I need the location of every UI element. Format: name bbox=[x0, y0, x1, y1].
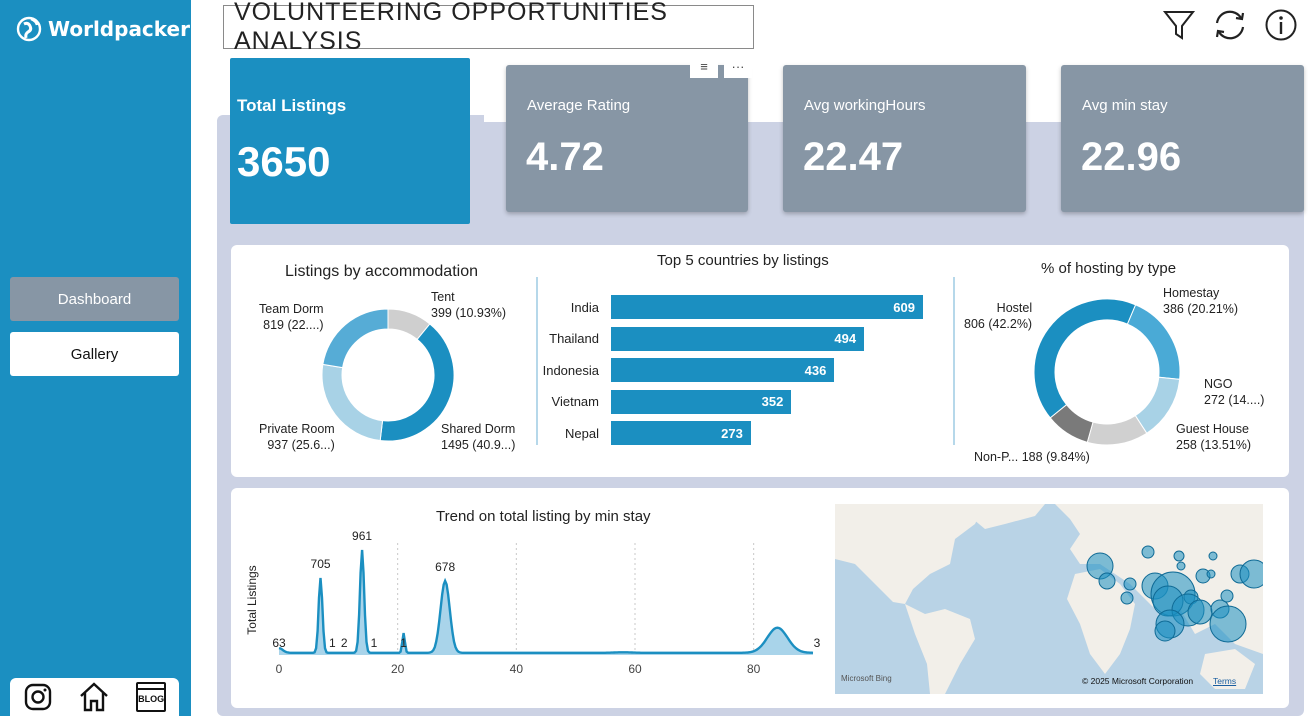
data-label: 678 bbox=[435, 560, 455, 574]
bar[interactable]: 273 bbox=[611, 421, 751, 445]
map-bubble[interactable] bbox=[1187, 599, 1213, 625]
data-label: 3 bbox=[814, 636, 821, 650]
bar[interactable]: 494 bbox=[611, 326, 865, 351]
map-bubble[interactable] bbox=[1206, 569, 1216, 579]
data-label: 63 bbox=[272, 636, 286, 650]
map-attribution: © 2025 Microsoft Corporation bbox=[1082, 676, 1194, 686]
donut-slice-hostel[interactable] bbox=[1033, 298, 1137, 419]
trend-area-chart: 0 20 40 60 80637051 29611 16783 bbox=[272, 529, 821, 676]
kpi-value: 22.47 bbox=[803, 135, 904, 179]
visual-filter-button[interactable]: ≡ bbox=[690, 54, 718, 78]
kpi-label: Avg workingHours bbox=[804, 97, 926, 114]
hosting-donut bbox=[1033, 298, 1181, 446]
globe-logo-icon bbox=[16, 16, 42, 42]
bar-category-label: Thailand bbox=[549, 331, 599, 346]
map-bubble[interactable] bbox=[1176, 561, 1186, 571]
slice-label-hostel: Hostel 806 (42.2%) bbox=[964, 301, 1033, 331]
x-tick-label: 20 bbox=[391, 662, 405, 676]
map-terms-link[interactable]: Terms bbox=[1213, 676, 1236, 686]
nav-dashboard-button[interactable]: Dashboard bbox=[10, 277, 179, 321]
map-bubble[interactable] bbox=[1209, 605, 1247, 643]
blog-label: BLOG bbox=[138, 694, 165, 704]
visual-more-options-button[interactable]: ··· bbox=[724, 54, 752, 78]
instagram-icon[interactable] bbox=[23, 682, 53, 712]
bar-category-label: Vietnam bbox=[551, 394, 599, 409]
kpi-avg-min-stay: Avg min stay 22.96 bbox=[1061, 65, 1304, 212]
map-bubble[interactable] bbox=[1239, 559, 1263, 589]
divider bbox=[953, 277, 955, 445]
sidebar: Worldpackers Dashboard Gallery BLOG bbox=[0, 0, 202, 716]
slice-label-homestay: Homestay 386 (20.21%) bbox=[1163, 286, 1239, 316]
kpi-label: Avg min stay bbox=[1082, 97, 1168, 114]
map-bubble[interactable] bbox=[1220, 589, 1234, 603]
info-icon[interactable] bbox=[1264, 8, 1298, 42]
slice-label-non-profit: Non-P... 188 (9.84%) bbox=[974, 450, 1090, 464]
slice-label-guest-house: Guest House 258 (13.51%) bbox=[1176, 422, 1252, 452]
hosting-chart-title: % of hosting by type bbox=[1041, 260, 1177, 277]
trend-y-axis-label: Total Listings bbox=[245, 565, 259, 635]
bar[interactable]: 436 bbox=[611, 358, 835, 382]
data-label: 2 bbox=[341, 636, 348, 650]
map-bubbles bbox=[1086, 545, 1263, 643]
kpi-value: 4.72 bbox=[526, 135, 604, 179]
countries-chart-title: Top 5 countries by listings bbox=[657, 252, 829, 269]
kpi-value: 3650 bbox=[237, 138, 331, 185]
x-tick-label: 80 bbox=[747, 662, 761, 676]
slice-label-private-room: Private Room 937 (25.6...) bbox=[259, 422, 335, 452]
map-bubble[interactable] bbox=[1173, 550, 1185, 562]
trend-chart-title: Trend on total listing by min stay bbox=[436, 508, 651, 525]
x-tick-label: 40 bbox=[510, 662, 524, 676]
kpi-label: Average Rating bbox=[527, 97, 631, 114]
kpi-average-rating: Average Rating 4.72 bbox=[506, 65, 748, 212]
slice-label-shared-dorm: Shared Dorm 1495 (40.9...) bbox=[441, 422, 516, 452]
x-tick-label: 0 bbox=[276, 662, 283, 676]
accommodation-chart-title: Listings by accommodation bbox=[285, 263, 478, 280]
kpi-avg-working-hours: Avg workingHours 22.47 bbox=[783, 65, 1026, 212]
kpi-label: Total Listings bbox=[237, 96, 347, 115]
slice-label-ngo: NGO 272 (14....) bbox=[1204, 377, 1265, 407]
home-icon[interactable] bbox=[78, 681, 110, 713]
bar-category-label: Nepal bbox=[565, 425, 599, 441]
bar[interactable]: 609 bbox=[611, 295, 923, 319]
blog-icon[interactable]: BLOG bbox=[136, 682, 167, 712]
kpi-total-listings: Total Listings 3650 bbox=[230, 58, 470, 224]
slice-label-tent: Tent 399 (10.93%) bbox=[431, 290, 507, 320]
slice-label-team-dorm: Team Dorm 819 (22....) bbox=[259, 302, 324, 332]
bar-category-label: India bbox=[570, 299, 599, 315]
donut-slice-team-dorm[interactable] bbox=[322, 308, 389, 369]
donut-slice-ngo[interactable] bbox=[1134, 376, 1181, 434]
data-label: 961 bbox=[352, 529, 372, 543]
refresh-icon[interactable] bbox=[1212, 8, 1248, 42]
bar-category-label: Indonesia bbox=[542, 362, 599, 378]
x-tick-label: 60 bbox=[628, 662, 642, 676]
data-label: 705 bbox=[311, 557, 331, 571]
map-bubble[interactable] bbox=[1141, 545, 1155, 559]
brand-name: Worldpackers bbox=[48, 17, 202, 41]
map-bubble[interactable] bbox=[1098, 572, 1116, 590]
header-toolbar bbox=[1162, 8, 1298, 42]
map-bubble[interactable] bbox=[1123, 577, 1137, 591]
listings-map[interactable]: Microsoft Bing © 2025 Microsoft Corporat… bbox=[835, 504, 1263, 694]
countries-bar-chart: India 609 Thailand 494 Indonesia 436 Vietnam 35… bbox=[537, 295, 937, 455]
filter-icon[interactable] bbox=[1162, 8, 1196, 42]
bar[interactable]: 352 bbox=[611, 389, 792, 414]
social-links: BLOG bbox=[10, 678, 179, 716]
brand-logo: Worldpackers bbox=[16, 14, 202, 44]
data-label: 1 bbox=[371, 636, 378, 650]
kpi-value: 22.96 bbox=[1081, 135, 1182, 179]
data-label: 1 bbox=[329, 636, 336, 650]
map-provider: Microsoft Bing bbox=[841, 674, 892, 683]
map-bubble[interactable] bbox=[1154, 620, 1176, 642]
donut-slice-guest-house[interactable] bbox=[1086, 414, 1148, 446]
nav-gallery-button[interactable]: Gallery bbox=[10, 332, 179, 376]
map-bubble[interactable] bbox=[1120, 591, 1134, 605]
page-title: VOLUNTEERING OPPORTUNITIES ANALYSIS bbox=[223, 0, 754, 55]
map-bubble[interactable] bbox=[1208, 551, 1218, 561]
charts-panel: Listings by accommodation Tent 399 (10.93… bbox=[231, 245, 1289, 477]
data-label: 1 bbox=[400, 636, 407, 650]
